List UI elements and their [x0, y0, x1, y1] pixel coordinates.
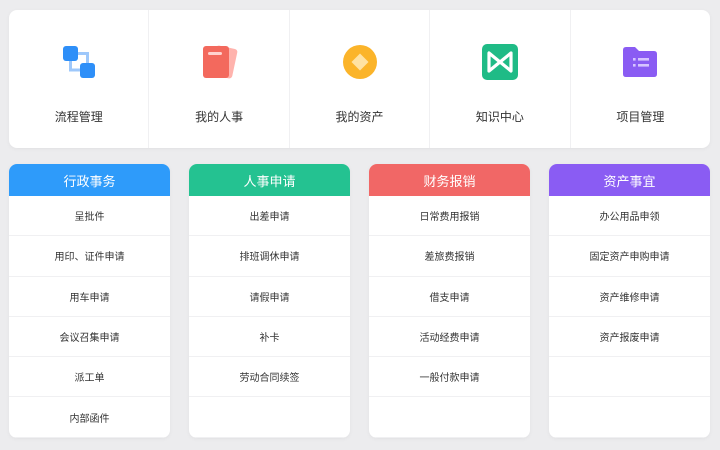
empty-list-item [369, 397, 530, 438]
flow-icon [60, 43, 98, 81]
list-item[interactable]: 内部函件 [9, 397, 170, 438]
list-item[interactable]: 活动经费申请 [369, 317, 530, 358]
list-item[interactable]: 固定资产申购申请 [549, 236, 710, 277]
list-item[interactable]: 呈批件 [9, 196, 170, 237]
nav-label: 知识中心 [475, 110, 524, 124]
column-hr-requests: 人事申请 出差申请 排班调休申请 请假申请 补卡 劳动合同续签 [189, 164, 350, 438]
nav-my-assets[interactable]: 我的资产 [290, 10, 431, 148]
list-item[interactable]: 资产报废申请 [549, 317, 710, 358]
nav-label: 流程管理 [54, 110, 103, 124]
nav-project-management[interactable]: 项目管理 [571, 10, 710, 148]
nav-label: 项目管理 [616, 110, 665, 124]
column-header: 行政事务 [9, 164, 170, 196]
column-header: 人事申请 [189, 164, 350, 196]
empty-list-item [549, 397, 710, 438]
nav-flow-management[interactable]: 流程管理 [9, 10, 150, 148]
list-item[interactable]: 补卡 [189, 317, 350, 358]
document-icon [200, 43, 238, 81]
column-admin-affairs: 行政事务 呈批件 用印、证件申请 用车申请 会议召集申请 派工单 内部函件 [9, 164, 170, 438]
column-finance-reimbursement: 财务报销 日常费用报销 差旅费报销 借支申请 活动经费申请 一般付款申请 [369, 164, 530, 438]
list-item[interactable]: 用车申请 [9, 277, 170, 317]
list-item[interactable]: 日常费用报销 [369, 196, 530, 237]
list-item[interactable]: 请假申请 [189, 277, 350, 317]
nav-my-hr[interactable]: 我的人事 [149, 10, 290, 148]
request-columns: 行政事务 呈批件 用印、证件申请 用车申请 会议召集申请 派工单 内部函件 人事… [9, 164, 710, 438]
list-item[interactable]: 资产维修申请 [549, 277, 710, 317]
list-item[interactable]: 一般付款申请 [369, 357, 530, 398]
list-item[interactable]: 会议召集申请 [9, 317, 170, 358]
list-item[interactable]: 借支申请 [369, 277, 530, 317]
list-item[interactable]: 办公用品申领 [549, 196, 710, 237]
coin-icon [341, 43, 379, 81]
column-header: 财务报销 [369, 164, 530, 196]
folder-icon [621, 43, 659, 81]
nav-label: 我的资产 [335, 110, 384, 124]
knowledge-icon [481, 43, 519, 81]
nav-label: 我的人事 [195, 110, 244, 124]
list-item[interactable]: 用印、证件申请 [9, 236, 170, 277]
empty-list-item [549, 357, 710, 398]
column-header: 资产事宜 [549, 164, 710, 196]
list-item[interactable]: 排班调休申请 [189, 236, 350, 277]
empty-list-item [189, 397, 350, 438]
quick-nav-card: 流程管理 我的人事 我的资产 知识中心 项目管理 [9, 10, 710, 148]
column-asset-affairs: 资产事宜 办公用品申领 固定资产申购申请 资产维修申请 资产报废申请 [549, 164, 710, 438]
list-item[interactable]: 出差申请 [189, 196, 350, 237]
list-item[interactable]: 差旅费报销 [369, 236, 530, 277]
list-item[interactable]: 派工单 [9, 357, 170, 398]
list-item[interactable]: 劳动合同续签 [189, 357, 350, 398]
nav-knowledge-center[interactable]: 知识中心 [430, 10, 571, 148]
